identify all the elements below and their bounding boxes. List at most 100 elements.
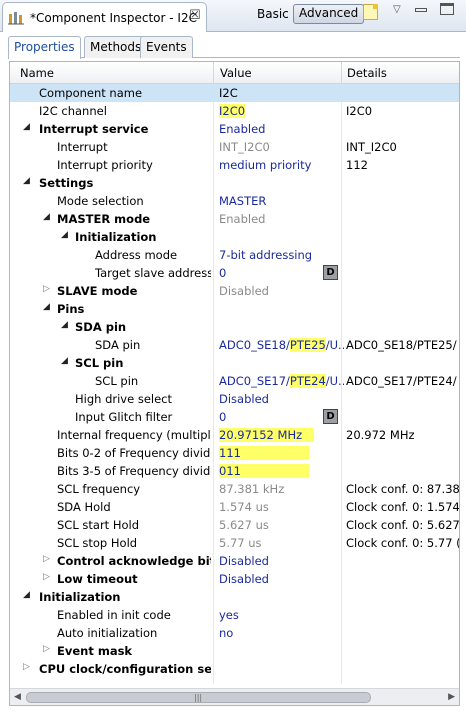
property-value[interactable]: Disabled — [219, 554, 344, 568]
column-header-value[interactable]: Value — [220, 66, 252, 80]
table-row[interactable]: ◢ Pins — [10, 300, 459, 318]
column-header-name[interactable]: Name — [20, 66, 54, 80]
table-header: Name Value Details — [10, 62, 459, 84]
property-value[interactable]: ADC0_SE17/PTE24/U... — [219, 374, 344, 388]
table-row[interactable]: Target slave address in 0 D — [10, 264, 459, 282]
property-name: Interrupt priority — [57, 158, 153, 172]
table-row[interactable]: Component name I2C — [10, 84, 459, 102]
advanced-mode-button[interactable]: Advanced — [293, 4, 365, 24]
property-details: INT_I2C0 — [346, 140, 397, 154]
table-row[interactable]: SCL stop Hold 5.77 us Clock conf. 0: 5.7… — [10, 534, 459, 552]
property-value[interactable]: no — [219, 626, 344, 640]
table-row[interactable]: Address mode 7-bit addressing — [10, 246, 459, 264]
property-value[interactable]: yes — [219, 608, 344, 622]
property-value[interactable]: 011 — [219, 464, 344, 478]
property-value[interactable]: MASTER — [219, 194, 344, 208]
property-name: Mode selection — [57, 194, 144, 208]
property-name: Target slave address in — [95, 266, 211, 280]
property-value[interactable]: Disabled — [219, 572, 344, 586]
basic-mode-button[interactable]: Basic — [253, 7, 293, 21]
maximize-icon[interactable] — [440, 3, 454, 15]
property-name: Bits 3-5 of Frequency divider r — [57, 464, 211, 478]
table-row[interactable]: High drive select Disabled — [10, 390, 459, 408]
property-details: ADC0_SE17/PTE24/ — [346, 374, 457, 388]
table-row[interactable]: Internal frequency (multiplier 20.97152 … — [10, 426, 459, 444]
note-icon[interactable] — [363, 4, 378, 20]
property-value[interactable]: I2C0 — [219, 104, 344, 118]
property-value[interactable]: Disabled — [219, 392, 344, 406]
highlighted-value: I2C0 — [219, 104, 246, 118]
table-row[interactable]: SDA pin ADC0_SE18/PTE25/U... ADC0_SE18/P… — [10, 336, 459, 354]
table-row[interactable]: ◢ Initialization — [10, 588, 459, 606]
tab-methods[interactable]: Methods — [84, 36, 148, 58]
property-name: Initialization — [39, 590, 121, 604]
property-details: Clock conf. 0: 5.77 ( — [346, 536, 460, 550]
table-row[interactable]: Mode selection MASTER — [10, 192, 459, 210]
table-row[interactable]: SCL frequency 87.381 kHz Clock conf. 0: … — [10, 480, 459, 498]
component-inspector-icon — [8, 11, 24, 25]
property-value: 5.627 us — [219, 518, 269, 532]
table-row[interactable]: ◢ SCL pin — [10, 354, 459, 372]
property-value[interactable]: medium priority — [219, 158, 344, 172]
table-row[interactable]: ◢ Interrupt service Enabled — [10, 120, 459, 138]
minimize-icon[interactable] — [415, 8, 427, 12]
property-value[interactable]: I2C — [219, 86, 344, 100]
property-name: SCL frequency — [57, 482, 141, 496]
dialog-button[interactable]: D — [323, 409, 338, 424]
property-name: Control acknowledge bit — [57, 554, 211, 568]
property-value: Disabled — [219, 284, 269, 298]
property-value: Enabled — [219, 212, 266, 226]
table-row[interactable]: Interrupt INT_I2C0 INT_I2C0 — [10, 138, 459, 156]
property-name: SCL pin — [95, 374, 139, 388]
table-row[interactable]: Bits 3-5 of Frequency divider r 011 — [10, 462, 459, 480]
table-row[interactable]: Input Glitch filter 0 D — [10, 408, 459, 426]
component-inspector-view-tab[interactable]: *Component Inspector - I2C ☒ — [2, 2, 207, 32]
horizontal-scrollbar[interactable]: ◀ ||| ▶ — [10, 688, 459, 705]
table-row[interactable]: Enabled in init code yes — [10, 606, 459, 624]
property-name: Auto initialization — [57, 626, 158, 640]
table-row[interactable]: ▷ Control acknowledge bit Disabled — [10, 552, 459, 570]
scroll-left-icon[interactable]: ◀ — [14, 692, 21, 702]
scrollbar-thumb[interactable]: ||| — [26, 692, 371, 703]
column-header-details[interactable]: Details — [347, 66, 387, 80]
property-value[interactable]: 7-bit addressing — [219, 248, 344, 262]
property-name: Internal frequency (multiplier — [57, 428, 211, 442]
table-row[interactable]: SDA Hold 1.574 us Clock conf. 0: 1.574 — [10, 498, 459, 516]
property-name: Initialization — [75, 230, 157, 244]
table-row[interactable]: ▷ SLAVE mode Disabled — [10, 282, 459, 300]
property-name: Bits 0-2 of Frequency divider r — [57, 446, 211, 460]
table-row[interactable]: Interrupt priority medium priority 112 — [10, 156, 459, 174]
table-row[interactable]: ◢ MASTER mode Enabled — [10, 210, 459, 228]
property-value[interactable]: 20.97152 MHz — [219, 428, 344, 442]
column-separator[interactable] — [341, 62, 342, 84]
table-row[interactable]: ▷ Event mask — [10, 642, 459, 660]
table-row[interactable]: Bits 0-2 of Frequency divider r 111 — [10, 444, 459, 462]
view-menu-icon[interactable]: ▽ — [393, 4, 401, 15]
table-row[interactable]: ▷ Low timeout Disabled — [10, 570, 459, 588]
property-details: Clock conf. 0: 1.574 — [346, 500, 460, 514]
table-row[interactable]: I2C channel I2C0 I2C0 — [10, 102, 459, 120]
property-details: Clock conf. 0: 87.38 — [346, 482, 460, 496]
table-row[interactable]: SCL start Hold 5.627 us Clock conf. 0: 5… — [10, 516, 459, 534]
table-row[interactable]: ▷ CPU clock/configuration selecti — [10, 660, 459, 678]
property-value[interactable]: Enabled — [219, 122, 344, 136]
column-separator[interactable] — [213, 62, 214, 84]
table-row[interactable]: Auto initialization no — [10, 624, 459, 642]
dialog-button[interactable]: D — [323, 265, 338, 280]
property-name: SDA pin — [95, 338, 141, 352]
property-details: Clock conf. 0: 5.627 — [346, 518, 460, 532]
table-row[interactable]: ◢ Initialization — [10, 228, 459, 246]
table-row[interactable]: ◢ Settings — [10, 174, 459, 192]
highlighted-value: 111 — [219, 446, 309, 460]
table-row[interactable]: SCL pin ADC0_SE17/PTE24/U... ADC0_SE17/P… — [10, 372, 459, 390]
property-name: Input Glitch filter — [75, 410, 173, 424]
property-value: 1.574 us — [219, 500, 269, 514]
tab-properties[interactable]: Properties — [8, 36, 81, 59]
scroll-right-icon[interactable]: ▶ — [448, 692, 455, 702]
property-value[interactable]: 111 — [219, 446, 344, 460]
tab-events[interactable]: Events — [140, 36, 193, 58]
table-row[interactable]: ◢ SDA pin — [10, 318, 459, 336]
property-name: Pins — [57, 302, 85, 316]
property-value[interactable]: ADC0_SE18/PTE25/U... — [219, 338, 344, 352]
close-icon[interactable]: ☒ — [189, 8, 201, 23]
